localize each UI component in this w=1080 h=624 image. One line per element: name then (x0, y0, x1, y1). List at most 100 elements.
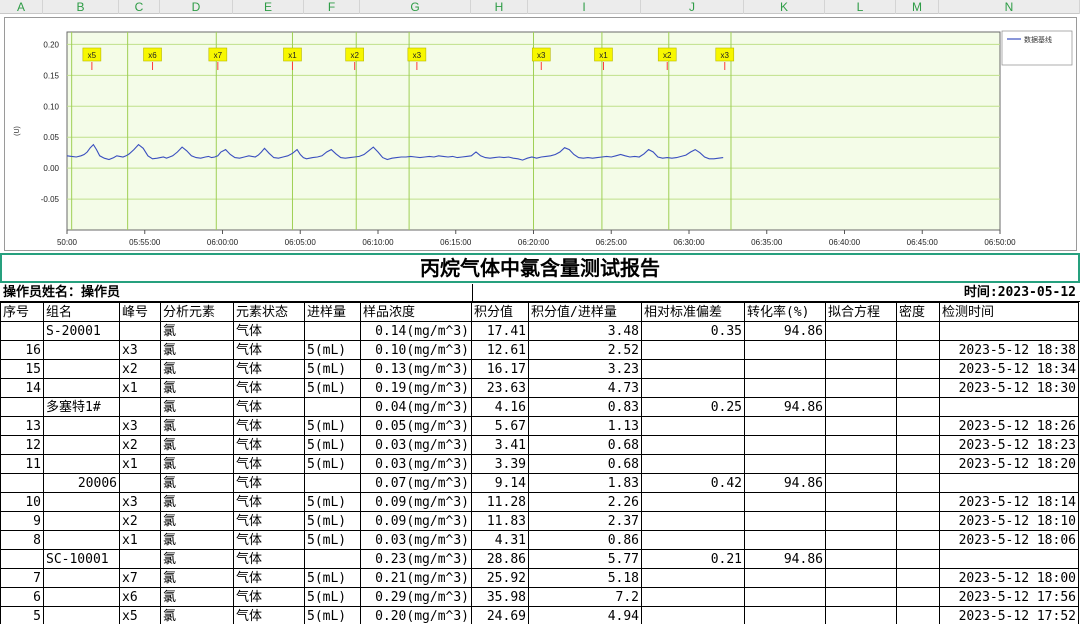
cell-integral[interactable]: 17.41 (471, 321, 529, 341)
cell-seq[interactable] (0, 549, 44, 569)
cell-seq[interactable]: 12 (0, 435, 44, 455)
cell-conv[interactable] (744, 530, 826, 550)
cell-peak[interactable]: x1 (119, 454, 161, 474)
cell-state[interactable]: 气体 (233, 378, 305, 398)
header-state[interactable]: 元素状态 (233, 302, 305, 322)
cell-element[interactable]: 氯 (160, 511, 234, 531)
cell-group[interactable] (43, 454, 120, 474)
cell-time[interactable] (939, 473, 1079, 493)
cell-state[interactable]: 气体 (233, 492, 305, 512)
header-concentration[interactable]: 样品浓度 (360, 302, 472, 322)
column-header-g[interactable]: G (360, 0, 471, 14)
cell-time[interactable] (939, 397, 1079, 417)
cell-seq[interactable]: 15 (0, 359, 44, 379)
cell-rsd[interactable]: 0.25 (641, 397, 745, 417)
cell-density[interactable] (896, 359, 940, 379)
cell-state[interactable]: 气体 (233, 340, 305, 360)
cell-eq[interactable] (825, 416, 897, 436)
cell-ratio[interactable]: 3.48 (528, 321, 642, 341)
cell-density[interactable] (896, 511, 940, 531)
cell-group[interactable] (43, 530, 120, 550)
cell-rsd[interactable]: 0.42 (641, 473, 745, 493)
cell-rsd[interactable] (641, 606, 745, 624)
column-header-h[interactable]: H (471, 0, 528, 14)
cell-peak[interactable]: x1 (119, 378, 161, 398)
cell-vol[interactable]: 5(mL) (304, 454, 361, 474)
cell-time[interactable]: 2023-5-12 18:10 (939, 511, 1079, 531)
cell-state[interactable]: 气体 (233, 549, 305, 569)
cell-conc[interactable]: 0.03(mg/m^3) (360, 454, 472, 474)
cell-conc[interactable]: 0.10(mg/m^3) (360, 340, 472, 360)
cell-eq[interactable] (825, 530, 897, 550)
header-volume[interactable]: 进样量 (304, 302, 361, 322)
cell-rsd[interactable] (641, 568, 745, 588)
cell-conv[interactable] (744, 568, 826, 588)
cell-time[interactable]: 2023-5-12 18:06 (939, 530, 1079, 550)
cell-conc[interactable]: 0.09(mg/m^3) (360, 511, 472, 531)
cell-conc[interactable]: 0.20(mg/m^3) (360, 606, 472, 624)
cell-seq[interactable]: 14 (0, 378, 44, 398)
cell-vol[interactable]: 5(mL) (304, 492, 361, 512)
cell-seq[interactable] (0, 397, 44, 417)
cell-conv[interactable] (744, 359, 826, 379)
cell-conv[interactable] (744, 378, 826, 398)
cell-eq[interactable] (825, 568, 897, 588)
cell-group[interactable] (43, 492, 120, 512)
cell-eq[interactable] (825, 511, 897, 531)
cell-time[interactable] (939, 321, 1079, 341)
cell-element[interactable]: 氯 (160, 397, 234, 417)
cell-group[interactable] (43, 587, 120, 607)
cell-density[interactable] (896, 473, 940, 493)
cell-rsd[interactable] (641, 416, 745, 436)
column-header-b[interactable]: B (43, 0, 119, 14)
cell-time[interactable]: 2023-5-12 18:20 (939, 454, 1079, 474)
cell-state[interactable]: 气体 (233, 416, 305, 436)
cell-group[interactable] (43, 359, 120, 379)
cell-ratio[interactable]: 0.68 (528, 454, 642, 474)
cell-conc[interactable]: 0.13(mg/m^3) (360, 359, 472, 379)
header-integral-ratio[interactable]: 积分值/进样量 (528, 302, 642, 322)
cell-vol[interactable]: 5(mL) (304, 606, 361, 624)
cell-seq[interactable]: 9 (0, 511, 44, 531)
cell-vol[interactable]: 5(mL) (304, 340, 361, 360)
cell-vol[interactable] (304, 473, 361, 493)
cell-element[interactable]: 氯 (160, 321, 234, 341)
cell-eq[interactable] (825, 473, 897, 493)
cell-peak[interactable] (119, 549, 161, 569)
cell-vol[interactable]: 5(mL) (304, 568, 361, 588)
header-fit-equation[interactable]: 拟合方程 (825, 302, 897, 322)
header-group[interactable]: 组名 (43, 302, 120, 322)
column-header-l[interactable]: L (825, 0, 896, 14)
cell-element[interactable]: 氯 (160, 359, 234, 379)
cell-conc[interactable]: 0.07(mg/m^3) (360, 473, 472, 493)
cell-conc[interactable]: 0.23(mg/m^3) (360, 549, 472, 569)
cell-rsd[interactable] (641, 530, 745, 550)
cell-group[interactable] (43, 568, 120, 588)
cell-group[interactable] (43, 435, 120, 455)
cell-seq[interactable]: 10 (0, 492, 44, 512)
cell-rsd[interactable] (641, 378, 745, 398)
cell-rsd[interactable]: 0.35 (641, 321, 745, 341)
cell-conv[interactable] (744, 340, 826, 360)
cell-ratio[interactable]: 4.94 (528, 606, 642, 624)
cell-ratio[interactable]: 4.73 (528, 378, 642, 398)
cell-conv[interactable] (744, 416, 826, 436)
cell-state[interactable]: 气体 (233, 587, 305, 607)
cell-peak[interactable]: x2 (119, 511, 161, 531)
cell-ratio[interactable]: 3.23 (528, 359, 642, 379)
cell-conv[interactable]: 94.86 (744, 549, 826, 569)
cell-eq[interactable] (825, 397, 897, 417)
header-peak[interactable]: 峰号 (119, 302, 161, 322)
cell-peak[interactable]: x3 (119, 340, 161, 360)
cell-group[interactable] (43, 340, 120, 360)
cell-group[interactable]: SC-10001 (43, 549, 120, 569)
cell-state[interactable]: 气体 (233, 435, 305, 455)
cell-rsd[interactable] (641, 587, 745, 607)
cell-density[interactable] (896, 378, 940, 398)
cell-time[interactable]: 2023-5-12 18:26 (939, 416, 1079, 436)
cell-conc[interactable]: 0.29(mg/m^3) (360, 587, 472, 607)
cell-integral[interactable]: 28.86 (471, 549, 529, 569)
cell-eq[interactable] (825, 492, 897, 512)
cell-state[interactable]: 气体 (233, 511, 305, 531)
cell-integral[interactable]: 23.63 (471, 378, 529, 398)
